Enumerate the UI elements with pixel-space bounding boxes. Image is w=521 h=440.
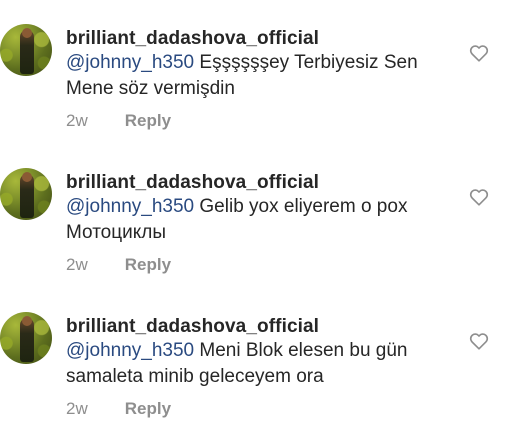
comment-meta: 2w Reply: [66, 399, 171, 419]
avatar[interactable]: [0, 312, 52, 364]
heart-outline-icon[interactable]: [469, 188, 489, 206]
avatar[interactable]: [0, 24, 52, 76]
heart-outline-icon[interactable]: [469, 332, 489, 350]
comment-mention[interactable]: @johnny_h350: [66, 196, 194, 217]
comment-meta: 2w Reply: [66, 111, 171, 131]
comment-body-line1: Gelib yox eliyerem o pox: [199, 196, 408, 217]
comment-text: @johnny_h350 Meni Blok elesen bu gün sam…: [66, 338, 466, 390]
comment-timestamp: 2w: [66, 255, 88, 274]
comment-text: @johnny_h350 Gelib yox eliyerem o pox Мо…: [66, 194, 466, 246]
avatar-head: [22, 316, 32, 326]
comment-username[interactable]: brilliant_dadashova_official: [66, 28, 319, 50]
comment-body-line2: Mene söz vermişdin: [66, 78, 235, 99]
comment-item: brilliant_dadashova_official @johnny_h35…: [0, 144, 521, 288]
comment-timestamp: 2w: [66, 111, 88, 130]
comment-mention[interactable]: @johnny_h350: [66, 52, 194, 73]
comment-mention[interactable]: @johnny_h350: [66, 340, 194, 361]
reply-button[interactable]: Reply: [125, 399, 171, 418]
avatar-head: [22, 28, 32, 38]
comment-username[interactable]: brilliant_dadashova_official: [66, 316, 319, 338]
comment-item: brilliant_dadashova_official @johnny_h35…: [0, 288, 521, 432]
comment-meta: 2w Reply: [66, 255, 171, 275]
comment-body-line2: Мотоциклы: [66, 222, 167, 243]
comment-username[interactable]: brilliant_dadashova_official: [66, 172, 319, 194]
comment-text: @johnny_h350 Eşşşşşşey Terbiyesiz Sen Me…: [66, 50, 466, 102]
comment-body-line1: Eşşşşşşey Terbiyesiz Sen: [199, 52, 418, 73]
comment-body-line2: samaleta minib geleceyem ora: [66, 366, 324, 387]
heart-outline-icon[interactable]: [469, 44, 489, 62]
avatar[interactable]: [0, 168, 52, 220]
comment-timestamp: 2w: [66, 399, 88, 418]
avatar-head: [22, 172, 32, 182]
comment-item: brilliant_dadashova_official @johnny_h35…: [0, 0, 521, 144]
reply-button[interactable]: Reply: [125, 111, 171, 130]
reply-button[interactable]: Reply: [125, 255, 171, 274]
comment-body-line1: Meni Blok elesen bu gün: [199, 340, 408, 361]
